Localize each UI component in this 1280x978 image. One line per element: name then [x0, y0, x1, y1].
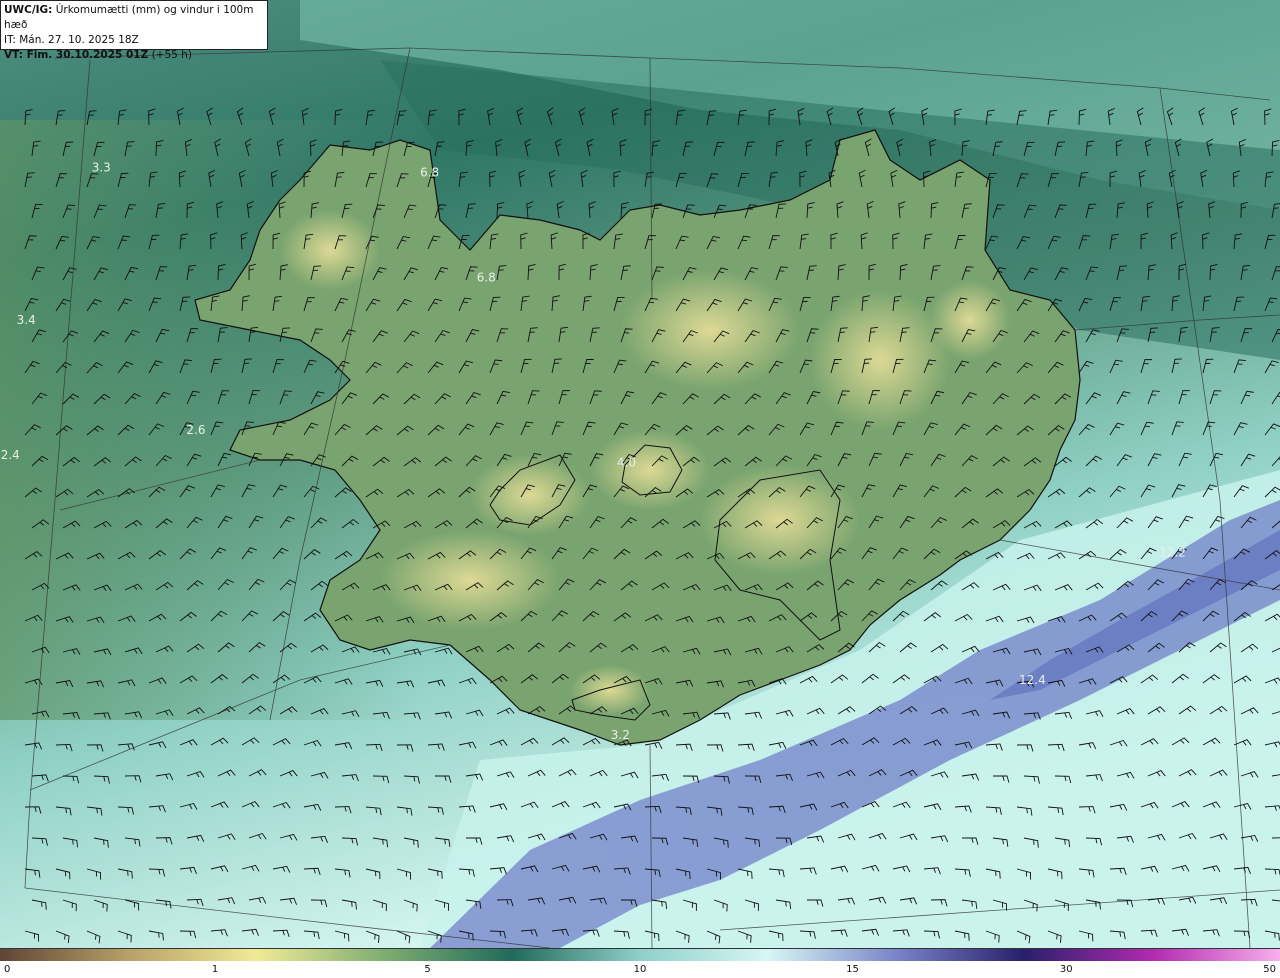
value-label: 4.0: [617, 456, 636, 470]
colorbar: 0 1 5 10 15 30 50: [0, 948, 1280, 978]
map-title-box: UWC/IG: Úrkomumætti (mm) og vindur i 100…: [0, 0, 268, 61]
value-label: 2.6: [186, 423, 205, 437]
value-label: 3.3: [92, 161, 111, 175]
value-label: 6.8: [420, 166, 439, 180]
value-label: 12.2: [1159, 546, 1186, 560]
colorbar-strip: [0, 948, 1280, 961]
value-label: 3.2: [611, 728, 630, 742]
title-line: UWC/IG: Úrkomumætti (mm) og vindur i 100…: [4, 3, 264, 33]
value-label: 6.8: [477, 271, 496, 285]
colorbar-tick-label: 1: [211, 964, 219, 975]
valid-time-line: VT: Fim. 30.10.2025 01Z (+55 h): [4, 48, 264, 63]
model-name: UWC/IG:: [4, 4, 53, 16]
colorbar-tick-label: 5: [424, 964, 431, 975]
valid-time: VT: Fim. 30.10.2025 01Z: [4, 49, 149, 61]
precipitation-map: 3.36.83.46.82.62.44.012.212.43.26.4: [0, 0, 1280, 948]
forecast-hour: (+55 h): [148, 49, 192, 61]
colorbar-tick-label: 30: [1059, 964, 1073, 975]
colorbar-tick-label: 0: [4, 964, 11, 975]
colorbar-tick-label: 50: [1263, 964, 1276, 975]
init-time: IT: Mán. 27. 10. 2025 18Z: [4, 34, 139, 46]
value-label: 12.4: [1019, 673, 1046, 687]
colorbar-tick-label: 10: [633, 964, 647, 975]
value-label: 2.4: [1, 448, 20, 462]
value-label: 3.4: [17, 313, 36, 327]
colorbar-tick-label: 15: [846, 964, 859, 975]
